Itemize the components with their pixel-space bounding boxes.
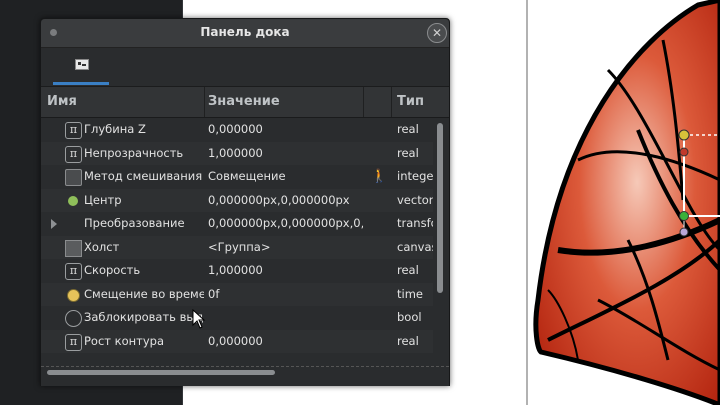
horizontal-scrollbar[interactable] — [41, 366, 449, 386]
vector-dot-icon — [68, 195, 78, 206]
param-type: real — [397, 145, 419, 160]
column-header-type[interactable]: Тип — [397, 94, 424, 109]
param-type: time — [397, 286, 423, 301]
param-type: real — [397, 263, 419, 277]
params-panel-icon — [75, 59, 89, 70]
param-type: bool — [397, 310, 422, 324]
param-value[interactable]: <Группа> — [208, 240, 363, 254]
param-name: Смещение во времени — [84, 286, 204, 301]
param-type: integer — [397, 169, 433, 183]
table-row[interactable]: Преобразование 0,000000px,0,000000px,0,0… — [41, 212, 433, 236]
param-value[interactable]: 1,000000 — [208, 146, 363, 160]
mouse-cursor-icon — [192, 309, 206, 329]
table-row[interactable]: Смещение во времени 0f time — [41, 282, 433, 306]
column-separator[interactable] — [363, 87, 364, 117]
table-row[interactable]: Метод смешивания Совмещение 🚶 integer — [41, 165, 433, 189]
column-separator[interactable] — [391, 87, 392, 117]
power-icon — [65, 310, 82, 327]
params-table-body: π Глубина Z 0,000000 real π Непрозрачнос… — [41, 118, 433, 366]
param-value[interactable]: 1,000000 — [208, 263, 363, 277]
pi-icon: π — [65, 145, 82, 163]
table-row[interactable]: Центр 0,000000px,0,000000px vector — [41, 188, 433, 212]
pi-icon: π — [65, 263, 82, 280]
param-value[interactable]: 0f — [208, 287, 363, 301]
table-row[interactable]: Заблокировать выделение bool — [41, 306, 433, 330]
pi-icon: π — [65, 333, 82, 351]
active-tab-indicator — [53, 82, 109, 85]
param-type: real — [397, 122, 419, 136]
param-value[interactable]: 0,000000px,0,000000px,0,000 — [208, 216, 363, 230]
close-button[interactable]: ✕ — [427, 23, 447, 43]
static-man-icon[interactable]: 🚶 — [371, 169, 387, 184]
vertical-scrollbar-thumb[interactable] — [437, 123, 443, 293]
dock-titlebar[interactable]: Панель дока ✕ — [41, 19, 449, 48]
table-row[interactable]: Холст <Группа> canvas — [41, 235, 433, 259]
table-row[interactable]: π Непрозрачность 1,000000 real — [41, 141, 433, 165]
param-type: vector — [397, 192, 433, 207]
tab-params[interactable] — [53, 48, 109, 84]
table-row[interactable]: π Глубина Z 0,000000 real — [41, 118, 433, 142]
param-type: transformation — [397, 216, 433, 230]
origin-handle — [678, 129, 690, 141]
dock-tabbar — [41, 48, 449, 87]
angle-handle — [679, 227, 689, 237]
params-table-header: Имя Значение Тип — [41, 87, 449, 118]
clock-icon — [67, 288, 80, 302]
column-header-name[interactable]: Имя — [47, 94, 77, 109]
column-separator[interactable] — [204, 87, 205, 117]
canvas-icon — [65, 239, 82, 257]
param-type: real — [397, 333, 419, 348]
param-name: Заблокировать выделение — [84, 310, 204, 324]
blend-method-icon — [65, 169, 82, 186]
scale-handle — [679, 211, 689, 221]
param-type: canvas — [397, 239, 433, 254]
column-header-value[interactable]: Значение — [208, 94, 280, 109]
horizontal-scrollbar-thumb[interactable] — [47, 370, 275, 375]
canvas-artwork — [526, 0, 720, 405]
position-handle — [679, 147, 689, 157]
dock-title: Панель дока — [200, 25, 290, 39]
pi-icon: π — [65, 122, 82, 139]
table-row[interactable]: π Скорость 1,000000 real — [41, 259, 433, 283]
param-value[interactable]: 0,000000 — [208, 334, 363, 348]
param-value[interactable]: 0,000000 — [208, 122, 363, 136]
param-value[interactable]: 0,000000px,0,000000px — [208, 193, 363, 207]
expand-arrow-icon[interactable] — [51, 219, 57, 229]
dock-panel: Панель дока ✕ Имя Значение Тип π Глубина… — [40, 18, 450, 386]
table-row[interactable]: π Рост контура 0,000000 real — [41, 329, 433, 353]
canvas-area[interactable] — [448, 0, 720, 405]
param-value[interactable]: Совмещение — [208, 169, 363, 183]
